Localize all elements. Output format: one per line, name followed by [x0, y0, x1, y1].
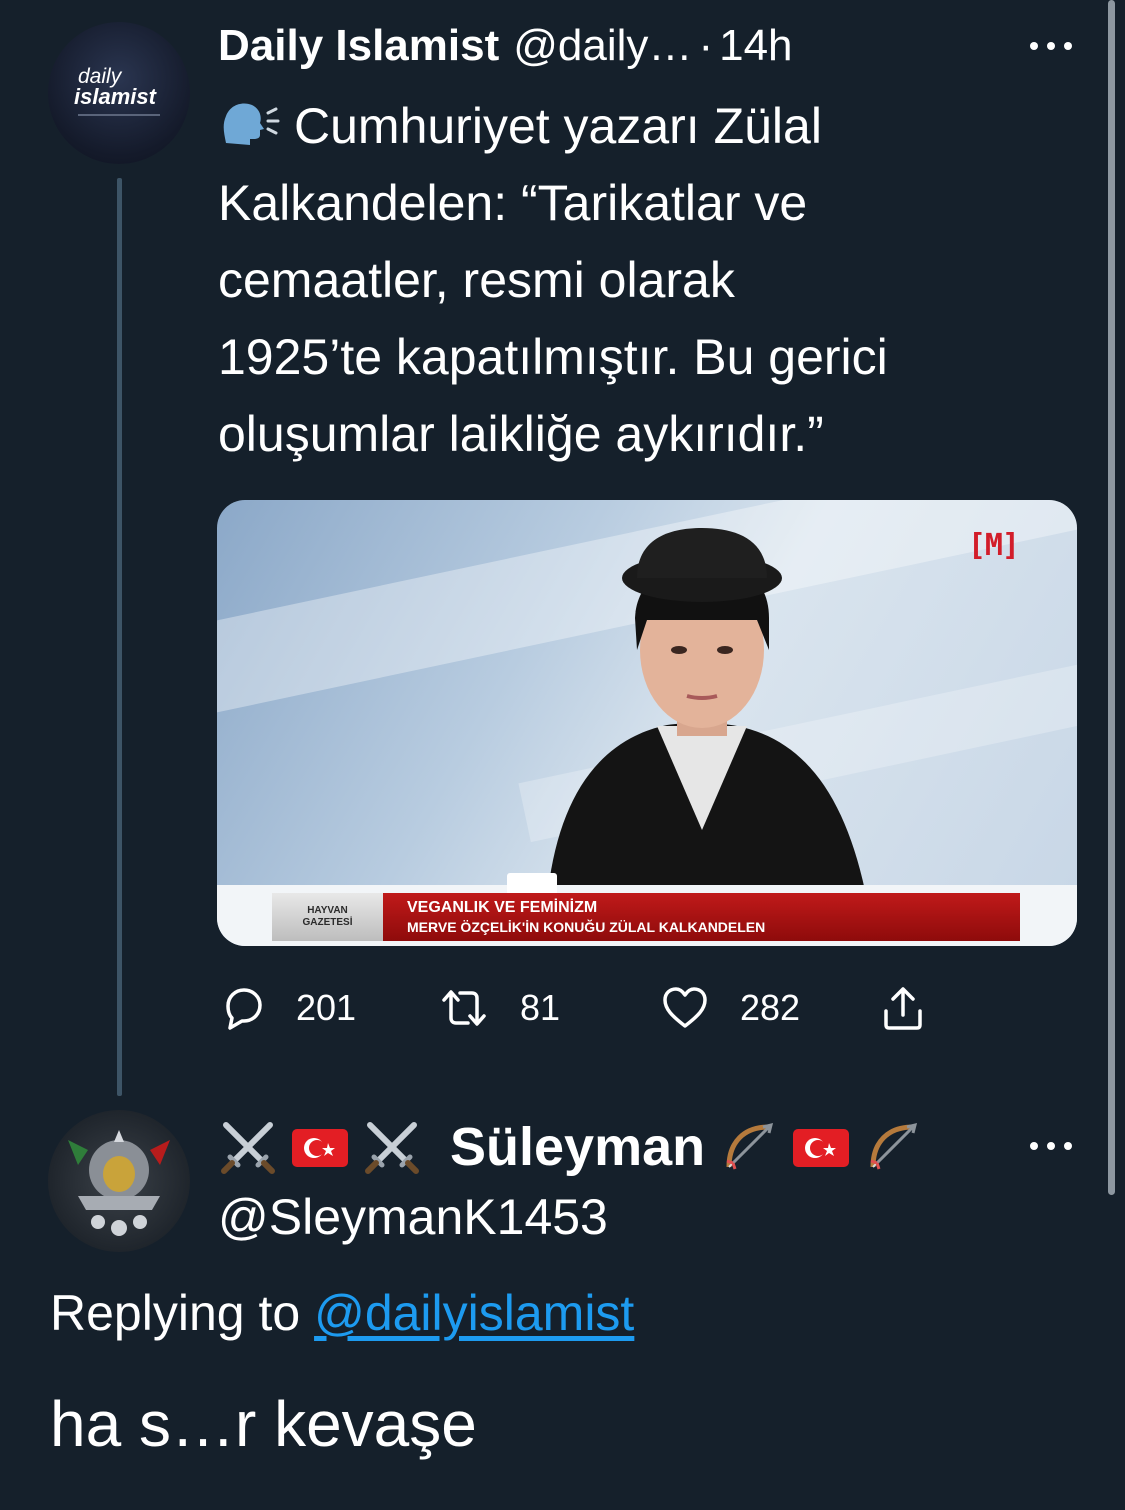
avatar-logo-line2: islamist [74, 84, 156, 109]
more-dot-icon [1047, 42, 1055, 50]
bow-and-arrow-icon [726, 1122, 774, 1170]
more-dot-icon [1047, 1142, 1055, 1150]
retweet-icon [442, 990, 486, 1026]
replying-to-mention-link[interactable]: @dailyislamist [314, 1285, 634, 1341]
thread-connector-line [117, 178, 122, 1096]
reply-header: Süleyman [218, 1116, 935, 1178]
retweet-button[interactable]: 81 [438, 978, 560, 1038]
lower-third-brand: HAYVAN GAZETESİ [272, 893, 383, 941]
lower-third-subtitle: MERVE ÖZÇELİK'İN KONUĞU ZÜLAL KALKANDELE… [407, 919, 766, 935]
guest-figure [217, 528, 1077, 946]
lower-third-brand-line1: HAYVAN [307, 905, 348, 916]
retweet-count: 81 [520, 987, 561, 1028]
share-button[interactable] [878, 978, 928, 1038]
more-dot-icon [1064, 1142, 1072, 1150]
more-dot-icon [1030, 1142, 1038, 1150]
tweet-header: Daily Islamist @daily… · 14h [218, 18, 793, 74]
avatar-logo-rule [78, 114, 160, 116]
tv-lower-third: HAYVAN GAZETESİ VEGANLIK VE FEMİNİZM MER… [272, 893, 1020, 941]
speaking-head-icon [218, 94, 280, 145]
crossed-swords-icon [221, 1122, 275, 1174]
heart-icon [663, 987, 707, 1028]
lower-third-brand-line2: GAZETESİ [302, 917, 353, 928]
author-handle[interactable]: @daily… [513, 18, 692, 74]
reply-author-name[interactable]: Süleyman [450, 1116, 705, 1178]
lower-third-title: VEGANLIK VE FEMİNİZM [407, 899, 598, 916]
more-options-button[interactable] [1030, 1136, 1072, 1156]
turkey-flag-icon [793, 1129, 850, 1167]
tweet-action-bar: 201 81 282 [218, 978, 938, 1038]
more-dot-icon [1030, 42, 1038, 50]
like-count: 282 [740, 987, 801, 1028]
scrollbar[interactable] [1108, 0, 1115, 1195]
turkey-flag-icon [292, 1129, 348, 1167]
tweet-text: Cumhuriyet yazarı Zülal Kalkandelen: “Ta… [218, 88, 1098, 473]
avatar[interactable] [48, 1110, 190, 1252]
avatar[interactable]: daily islamist [48, 22, 190, 164]
more-options-button[interactable] [1030, 36, 1072, 56]
reply-button[interactable]: 201 [218, 978, 356, 1038]
tweet-body: Cumhuriyet yazarı Zülal Kalkandelen: “Ta… [218, 98, 888, 462]
tweet-timestamp[interactable]: 14h [719, 18, 792, 74]
reply-icon [226, 988, 262, 1030]
header-separator: · [698, 21, 714, 70]
ottoman-coat-of-arms-icon [68, 1130, 170, 1236]
more-dot-icon [1064, 42, 1072, 50]
author-name[interactable]: Daily Islamist [218, 18, 499, 74]
channel-logo: [M] [967, 528, 1020, 563]
bow-and-arrow-icon [870, 1122, 918, 1170]
tweet-media-image[interactable]: [M] HAYVAN GAZETESİ VEGANLIK VE FEMİNİZM… [217, 500, 1077, 946]
crossed-swords-icon [365, 1122, 419, 1174]
reply-text: ha s…r kevaşe [50, 1388, 477, 1460]
tweet-thread-view: daily islamist Daily Islamist @daily… · … [0, 0, 1125, 1510]
like-button[interactable]: 282 [660, 978, 800, 1038]
reply-author-handle[interactable]: @SleymanK1453 [218, 1186, 608, 1248]
reply-count: 201 [296, 987, 357, 1028]
replying-to-line: Replying to @dailyislamist [50, 1282, 634, 1344]
lower-third-caption: VEGANLIK VE FEMİNİZM MERVE ÖZÇELİK'İN KO… [383, 893, 1020, 941]
share-icon [884, 987, 922, 1030]
replying-to-prefix: Replying to [50, 1285, 301, 1341]
